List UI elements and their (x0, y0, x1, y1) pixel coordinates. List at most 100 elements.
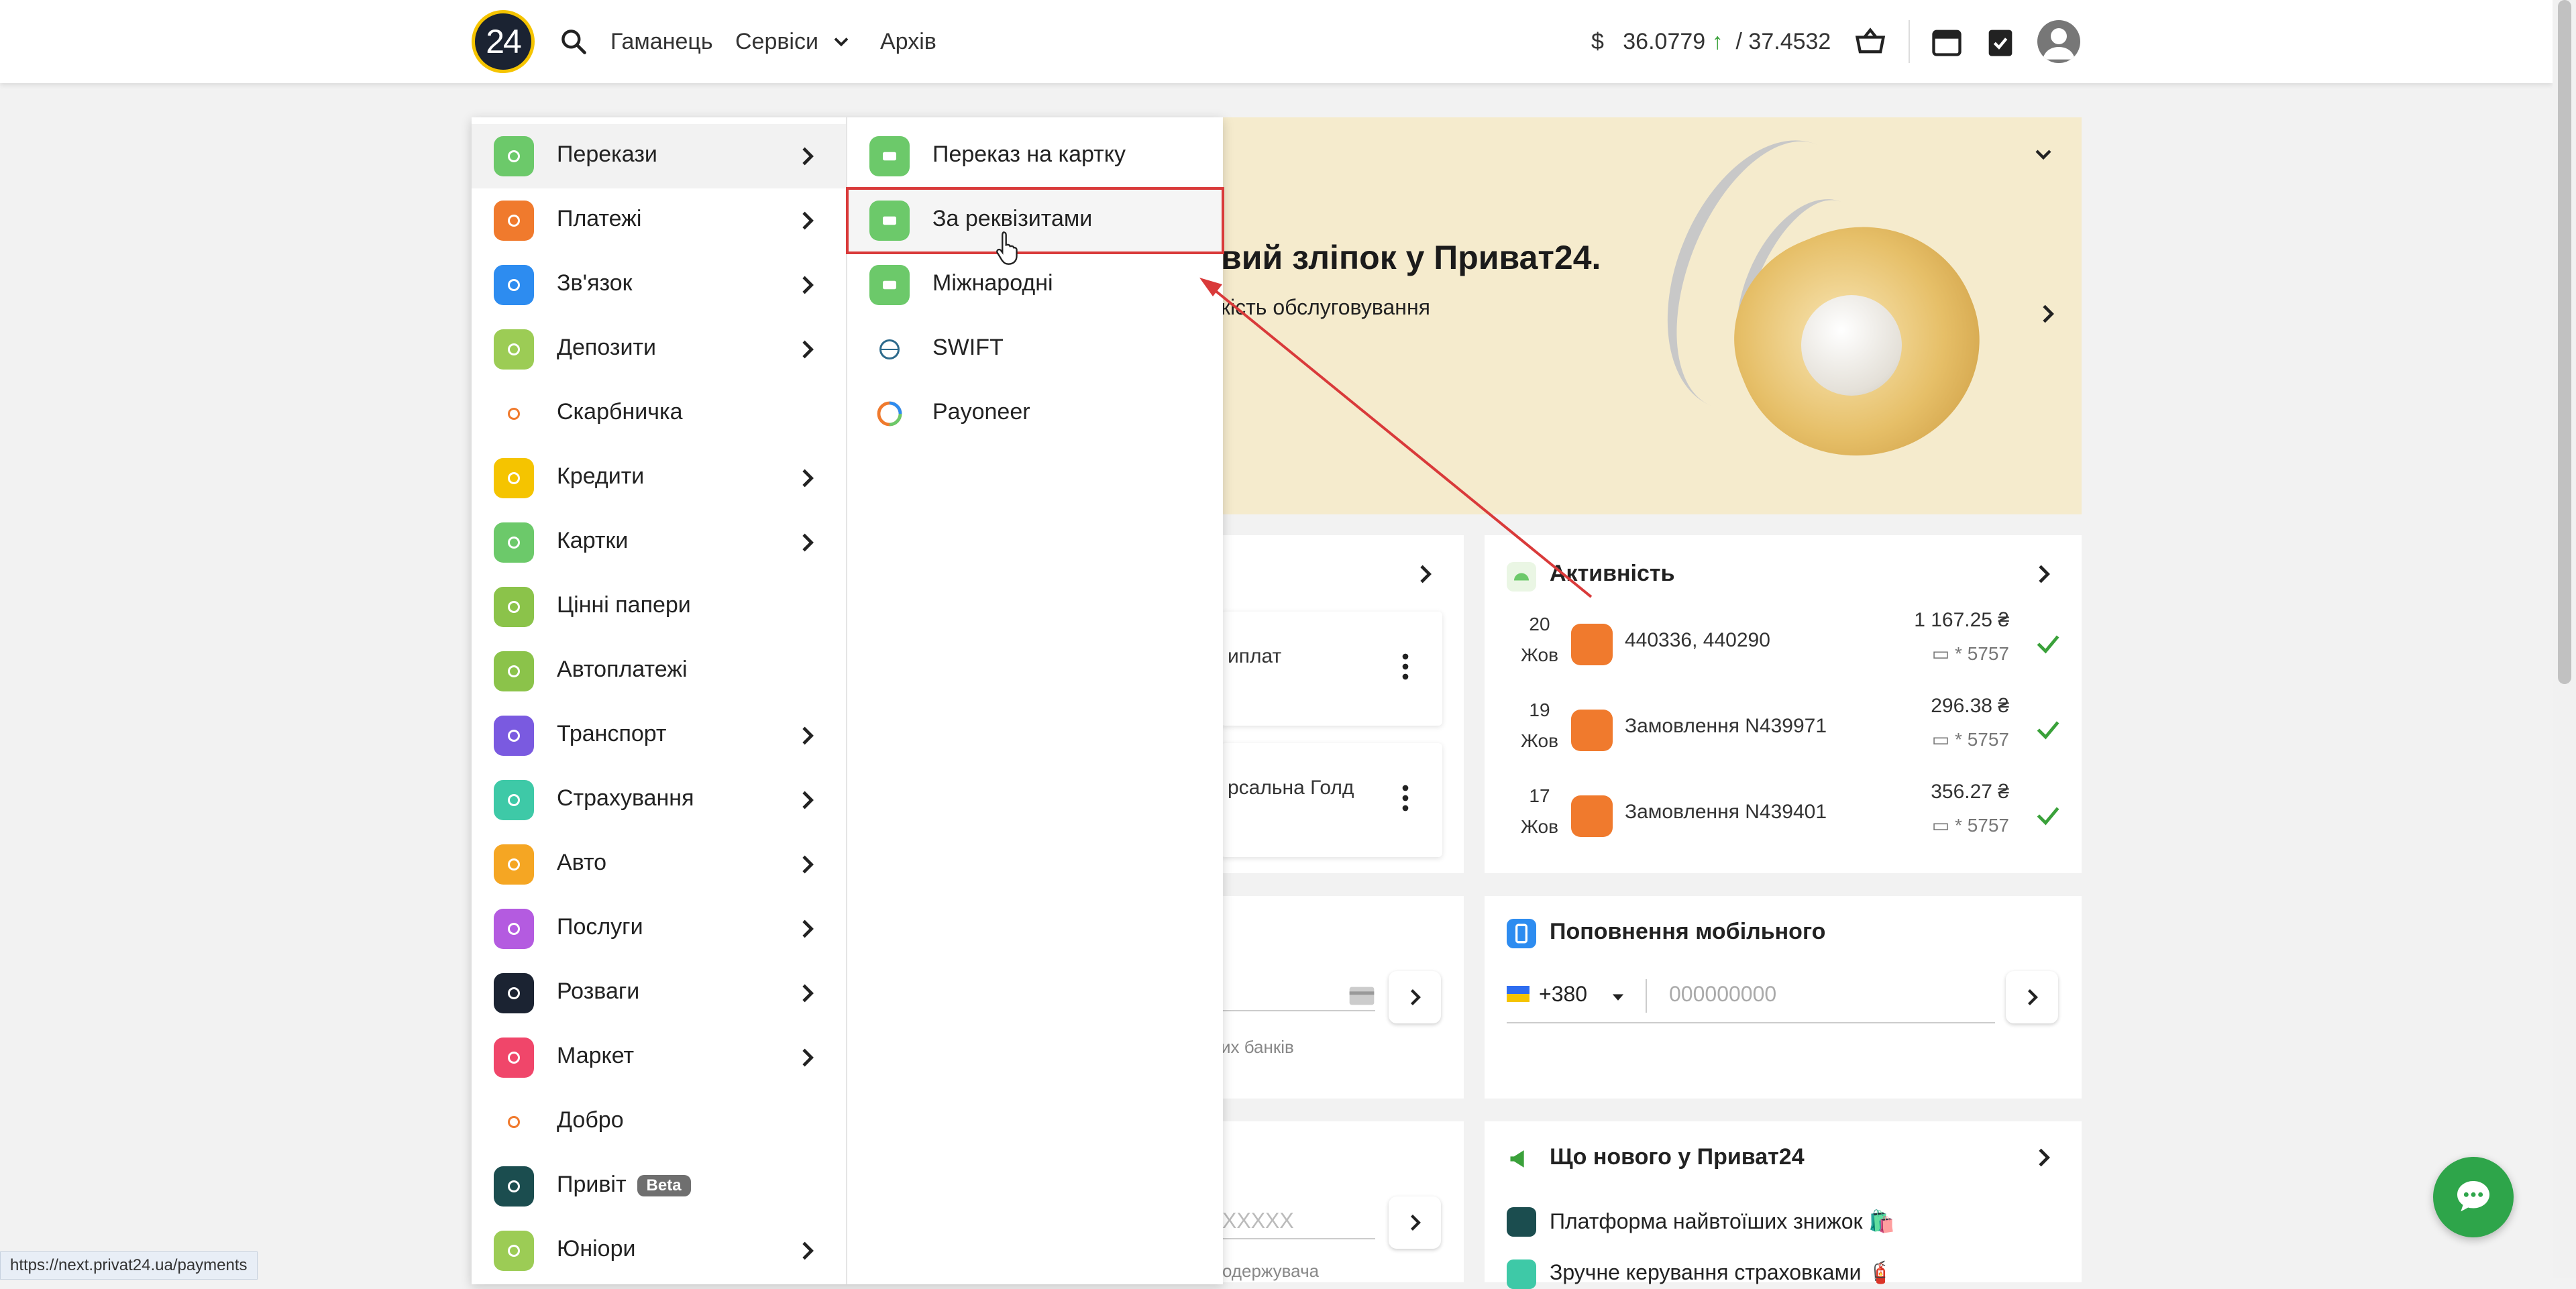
menu-categories: Перекази Платежі Зв'язок Депозити Скарбничка… (472, 117, 847, 1284)
user-avatar[interactable] (2037, 20, 2080, 63)
banner-collapse-chevron-icon[interactable] (2030, 141, 2057, 168)
input-underline (1221, 1010, 1375, 1011)
menu-item-11[interactable]: Авто (472, 832, 846, 897)
cart-icon (494, 1038, 534, 1078)
menu-item-17[interactable]: Юніори (472, 1219, 846, 1283)
header-divider (1909, 20, 1910, 63)
mobile-topup-next-button[interactable] (2006, 971, 2058, 1023)
scrollbar-thumb[interactable] (2558, 0, 2571, 684)
country-code-select[interactable]: +380 (1539, 982, 1587, 1007)
exchange-rates: $ 36.0779 ↑ / 37.4532 (1591, 27, 1831, 56)
menu-item-10[interactable]: Страхування (472, 768, 846, 832)
menu-item-label: Послуги (557, 914, 643, 940)
caret-down-icon[interactable] (1609, 987, 1627, 1006)
activity-row[interactable]: 20 Жов 440336, 440290 1 167.25 ₴ ▭ * 5757 (1506, 609, 2063, 683)
activity-amount: 1 167.25 ₴ (1914, 609, 2009, 631)
submenu-item-4[interactable]: Payoneer (847, 382, 1223, 446)
cards-widget-chevron-icon[interactable] (1411, 561, 1438, 587)
menu-item-label: Зв'язок (557, 270, 633, 296)
menu-item-8[interactable]: Автоплатежі (472, 639, 846, 704)
transfer-next-button[interactable] (1389, 971, 1441, 1023)
news-chevron-icon[interactable] (2030, 1144, 2057, 1171)
payment-icon (1571, 710, 1613, 751)
puzzle-icon (494, 909, 534, 949)
menu-item-label: Добро (557, 1107, 624, 1133)
submenu-item-0[interactable]: Переказ на картку (847, 124, 1223, 188)
account-input-placeholder[interactable]: XXXXX (1222, 1209, 1294, 1233)
percent-icon (494, 329, 534, 370)
news-item-icon (1507, 1259, 1536, 1289)
basket-icon[interactable] (1853, 24, 1888, 59)
chevron-right-icon (802, 919, 814, 938)
calendar-icon (494, 651, 534, 691)
ticket-icon (494, 716, 534, 756)
dollar-sign: $ (1591, 29, 1604, 54)
menu-item-7[interactable]: Цінні папери (472, 575, 846, 639)
menu-item-label: Авто (557, 850, 607, 875)
menu-item-9[interactable]: Транспорт (472, 704, 846, 768)
submenu-item-label: Міжнародні (932, 270, 1053, 296)
money-bag-icon (494, 458, 534, 498)
card-tile[interactable]: рсальна Голд (1221, 743, 1442, 857)
menu-item-16[interactable]: Привіт Beta (472, 1154, 846, 1219)
chevron-right-icon (802, 791, 814, 809)
submenu-item-1[interactable]: За реквізитами (846, 187, 1224, 254)
hand-cursor-icon (996, 231, 1018, 265)
chevron-down-icon[interactable] (829, 30, 853, 54)
menu-item-5[interactable]: Кредити (472, 446, 846, 510)
search-icon[interactable] (559, 27, 588, 56)
chevron-right-icon (1411, 1215, 1421, 1231)
card-tile-text: рсальна Голд (1228, 777, 1354, 799)
nav-wallet[interactable]: Гаманець (610, 27, 713, 56)
chevron-right-icon (802, 276, 814, 294)
more-vertical-icon[interactable] (1402, 785, 1409, 811)
page-scrollbar[interactable] (2553, 0, 2576, 1278)
news-item-icon (1507, 1207, 1536, 1237)
phone-icon (1507, 919, 1536, 948)
nav-archive[interactable]: Архів (880, 27, 936, 56)
banner-title: вий зліпок у Приват24. (1221, 239, 1601, 276)
clipboard-check-icon[interactable] (1983, 24, 2018, 59)
chat-icon (2457, 1181, 2489, 1212)
menu-item-label: Картки (557, 528, 629, 553)
beta-badge: Beta (637, 1175, 691, 1197)
menu-item-1[interactable]: Платежі (472, 188, 846, 253)
chat-button[interactable] (2433, 1157, 2514, 1237)
activity-name: Замовлення N439401 (1625, 801, 1827, 823)
menu-item-6[interactable]: Картки (472, 510, 846, 575)
menu-item-2[interactable]: Зв'язок (472, 253, 846, 317)
chevron-right-icon (802, 533, 814, 552)
menu-item-label: Розваги (557, 978, 640, 1004)
activity-chevron-icon[interactable] (2030, 561, 2057, 587)
divider (1646, 979, 1647, 1013)
requisites-icon (869, 201, 910, 241)
menu-item-14[interactable]: Маркет (472, 1025, 846, 1090)
menu-item-3[interactable]: Депозити (472, 317, 846, 382)
news-title: Що нового у Приват24 (1550, 1144, 1805, 1170)
services-menu: Перекази Платежі Зв'язок Депозити Скарбничка… (472, 117, 1224, 1284)
privat24-logo[interactable]: 24 (472, 10, 535, 73)
menu-item-12[interactable]: Послуги (472, 897, 846, 961)
card-tile[interactable]: иплат (1221, 612, 1442, 726)
activity-row[interactable]: 17 Жов Замовлення N439401 356.27 ₴ ▭ * 57… (1506, 781, 2063, 854)
menu-item-0[interactable]: Перекази (472, 124, 846, 188)
rate-up-arrow: ↑ (1711, 29, 1723, 54)
nav-services[interactable]: Сервіси (735, 27, 818, 56)
signal-icon (494, 265, 534, 305)
wave-hand-icon (494, 1166, 534, 1207)
menu-item-13[interactable]: Розваги (472, 961, 846, 1025)
banner-next-chevron-icon[interactable] (2034, 300, 2061, 327)
news-item[interactable]: Зручне керування страховками 🧯 (1550, 1259, 1894, 1285)
menu-item-label: Цінні папери (557, 592, 691, 618)
card-icon (1349, 987, 1375, 1005)
phone-input[interactable]: 000000000 (1669, 982, 1776, 1007)
menu-item-15[interactable]: Добро (472, 1090, 846, 1154)
menu-item-4[interactable]: Скарбничка (472, 382, 846, 446)
calendar-icon[interactable] (1929, 24, 1964, 59)
activity-row[interactable]: 19 Жов Замовлення N439971 296.38 ₴ ▭ * 57… (1506, 695, 2063, 769)
payment-next-button[interactable] (1389, 1196, 1441, 1249)
more-vertical-icon[interactable] (1402, 653, 1409, 680)
news-item[interactable]: Платформа найвтоїших знижок 🛍️ (1550, 1209, 1895, 1234)
submenu-item-3[interactable]: SWIFT (847, 317, 1223, 382)
submenu-item-2[interactable]: Міжнародні (847, 253, 1223, 317)
